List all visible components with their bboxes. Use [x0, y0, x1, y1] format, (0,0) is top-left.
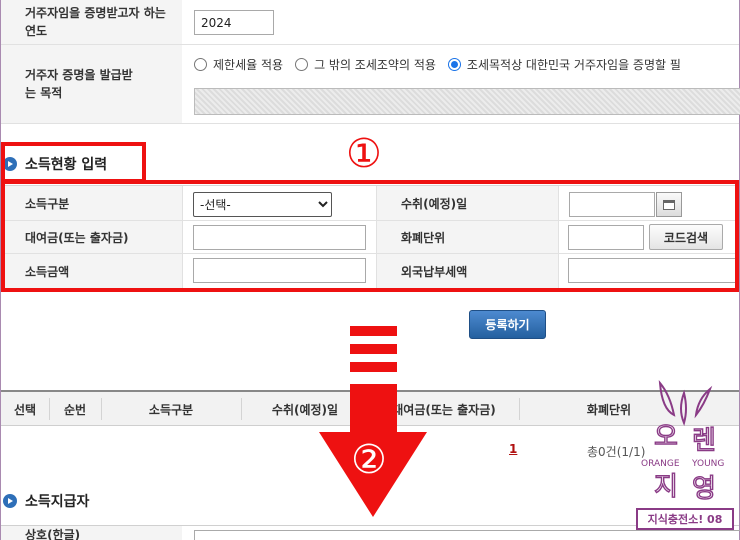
- col-receipt-date[interactable]: 수취(예정)일: [241, 392, 369, 426]
- purpose-detail-disabled-field: [194, 88, 740, 115]
- watermark-char: 렌: [692, 426, 716, 456]
- annotation-marker-2: ②: [351, 437, 387, 483]
- watermark-tag: 지식충전소! 08: [636, 508, 734, 530]
- watermark-char: 오: [654, 422, 678, 452]
- payer-section-heading: 소득지급자: [3, 491, 89, 511]
- radio-icon: [295, 58, 309, 71]
- col-loan-amount[interactable]: 대여금(또는 출자금): [369, 392, 519, 426]
- company-name-label: 상호(한글): [1, 526, 182, 540]
- purpose-label: 거주자 증명을 발급받는 목적: [1, 45, 182, 123]
- annotation-marker-1: ①: [346, 131, 382, 177]
- watermark-char: 영: [692, 474, 716, 504]
- watermark-orange-text: ORANGE: [641, 459, 680, 469]
- col-select[interactable]: 선택: [1, 392, 49, 426]
- annotation-stripe: [350, 362, 397, 372]
- total-count: 총0건(1/1): [587, 445, 646, 459]
- section-bullet-icon: [3, 494, 17, 508]
- results-grid-header: 선택 순번 소득구분 수취(예정)일 대여금(또는 출자금) 화폐단위: [1, 390, 739, 426]
- col-income-type[interactable]: 소득구분: [101, 392, 241, 426]
- annotation-stripe: [350, 344, 397, 354]
- register-button[interactable]: 등록하기: [469, 310, 546, 339]
- annotation-box-income-table: [1, 180, 739, 292]
- purpose-radio-group: 제한세율 적용 그 밖의 조세조약의 적용 조세목적상 대한민국 거주자임을 증…: [194, 56, 693, 73]
- purpose-option-tax-residency[interactable]: 조세목적상 대한민국 거주자임을 증명할 필: [447, 56, 681, 73]
- pagination-page-1[interactable]: 1: [509, 442, 517, 456]
- annotation-stripe: [350, 326, 397, 336]
- col-seq[interactable]: 순번: [49, 392, 101, 426]
- radio-selected-icon: [447, 58, 461, 71]
- radio-icon: [194, 58, 207, 71]
- purpose-option-other-treaty[interactable]: 그 밖의 조세조약의 적용: [295, 56, 436, 73]
- year-label: 거주자임을 증명받고자 하는 연도: [1, 0, 182, 44]
- purpose-option-reduced-rate[interactable]: 제한세율 적용: [194, 56, 283, 73]
- watermark-young-text: YOUNG: [691, 459, 724, 469]
- year-input[interactable]: [194, 10, 274, 35]
- watermark-char: 지: [654, 472, 678, 502]
- annotation-box-title: [1, 142, 146, 183]
